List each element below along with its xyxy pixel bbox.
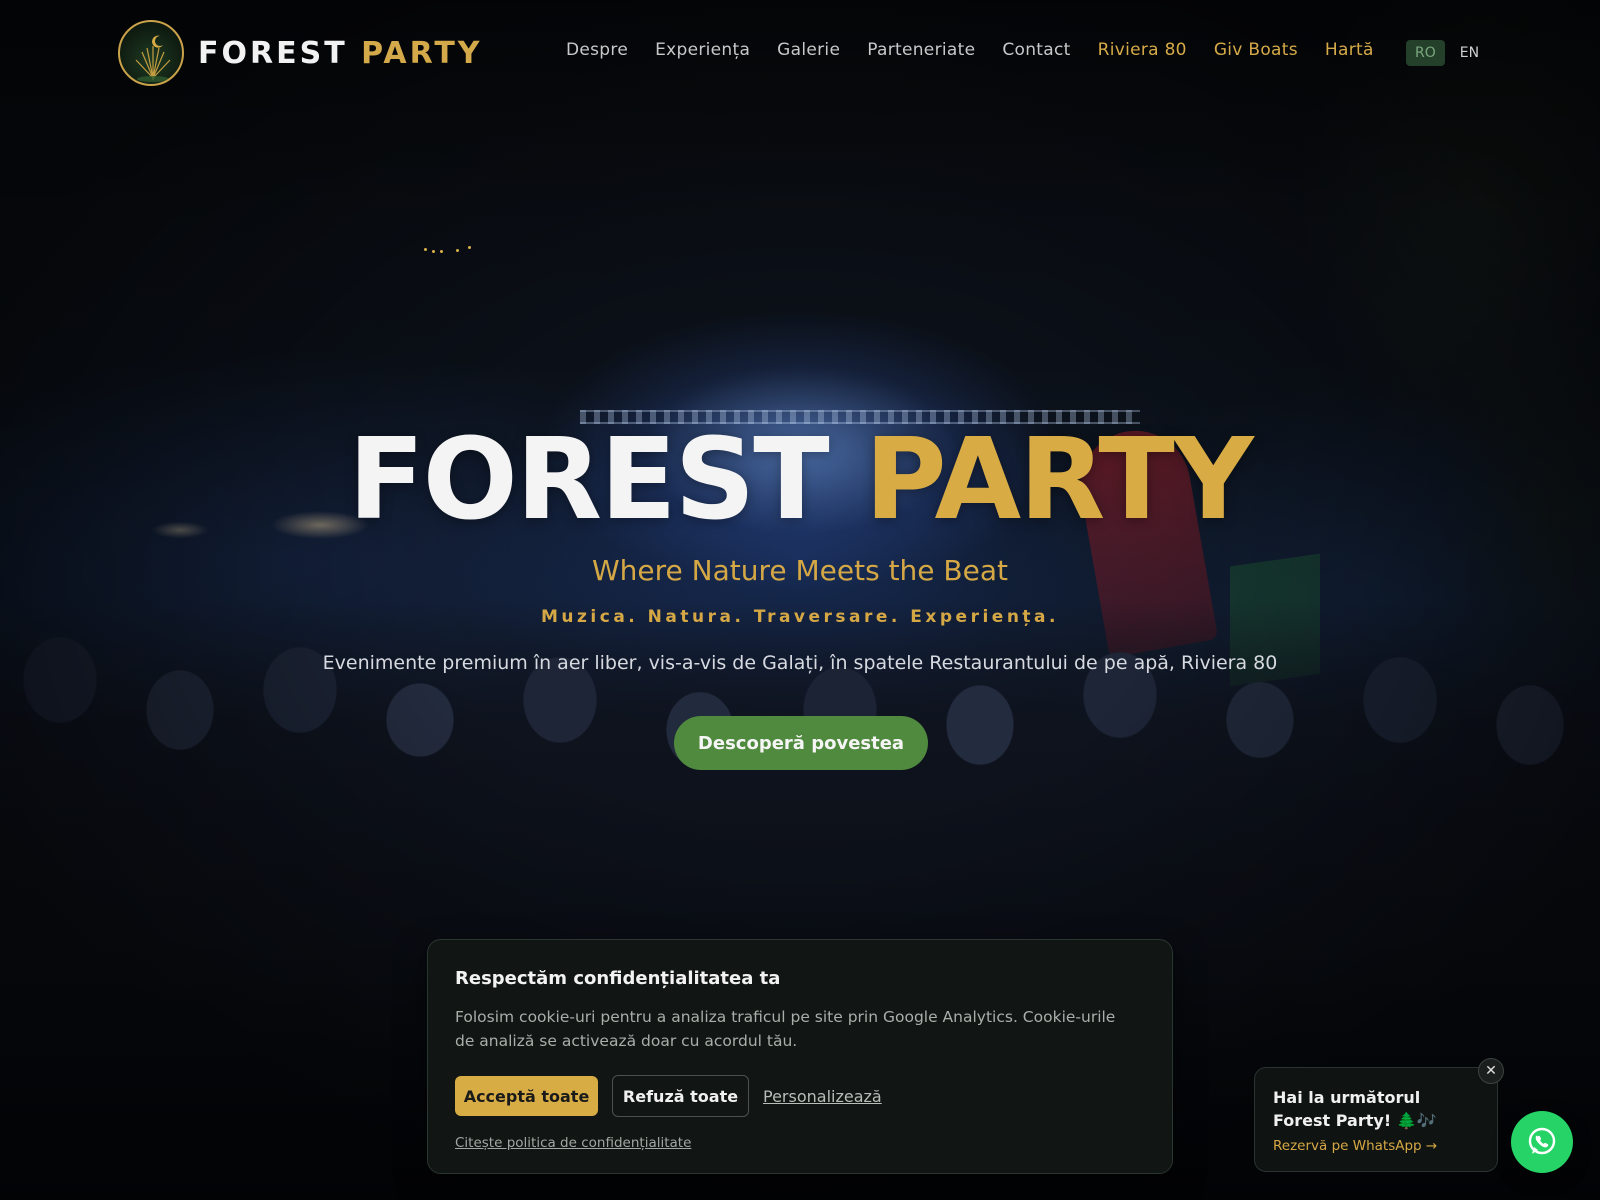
cookie-text: Folosim cookie-uri pentru a analiza traf… [455,1008,1116,1050]
logo-text: FOREST PARTY [198,36,483,71]
nav-item-galerie[interactable]: Galerie [777,40,840,60]
nav-item-experienta[interactable]: Experiența [655,40,750,60]
nav-item-parteneriate[interactable]: Parteneriate [867,40,975,60]
nav-item-harta[interactable]: Hartă [1325,40,1374,60]
cookie-banner: Respectăm confidențialitatea ta Folosim … [427,939,1173,1174]
privacy-policy-link[interactable]: Citește politica de confidențialitate [455,1135,691,1151]
hero-subtagline: Muzica. Natura. Traversare. Experiența. [541,607,1059,627]
hero-title: FOREST PARTY [0,424,1600,536]
hero-description: Evenimente premium în aer liber, vis-a-v… [322,652,1278,674]
nav-item-contact[interactable]: Contact [1002,40,1070,60]
discover-story-button[interactable]: Descoperă povestea [674,716,928,770]
close-icon[interactable]: ✕ [1478,1058,1504,1084]
site-header: FOREST PARTY Despre Experiența Galerie P… [0,0,1600,108]
logo-text-part2: PARTY [361,35,483,71]
main-nav: Despre Experiența Galerie Parteneriate C… [566,40,1401,60]
cookie-title: Respectăm confidențialitatea ta [455,968,781,989]
hero-title-part2: PARTY [864,415,1254,545]
logo-link[interactable]: FOREST PARTY [118,20,483,86]
nav-item-despre[interactable]: Despre [566,40,628,60]
whatsapp-icon [1528,1127,1556,1155]
whatsapp-button[interactable] [1511,1111,1573,1173]
nav-item-riviera-80[interactable]: Riviera 80 [1098,40,1187,60]
hero-tagline: Where Nature Meets the Beat [591,554,1009,587]
hero-title-part1: FOREST [348,415,830,545]
whatsapp-booking-link[interactable]: Rezervă pe WhatsApp → [1273,1138,1479,1154]
lang-ro-button[interactable]: RO [1406,40,1445,66]
cookie-actions: Acceptă toate Refuză toate Personalizeaz… [455,1075,1145,1117]
customize-link[interactable]: Personalizează [763,1087,882,1106]
lang-en-button[interactable]: EN [1451,40,1488,66]
nav-item-giv-boats[interactable]: Giv Boats [1214,40,1298,60]
accept-all-button[interactable]: Acceptă toate [455,1076,598,1116]
sparkles-decoration [424,246,474,254]
logo-text-part1: FOREST [198,35,348,71]
language-switcher: RO EN [1406,40,1488,66]
whatsapp-popup[interactable]: Hai la următorul Forest Party! 🌲🎶 Rezerv… [1254,1067,1498,1172]
whatsapp-popup-title: Hai la următorul Forest Party! 🌲🎶 [1273,1088,1437,1130]
refuse-all-button[interactable]: Refuză toate [612,1075,749,1117]
logo-icon [118,20,184,86]
